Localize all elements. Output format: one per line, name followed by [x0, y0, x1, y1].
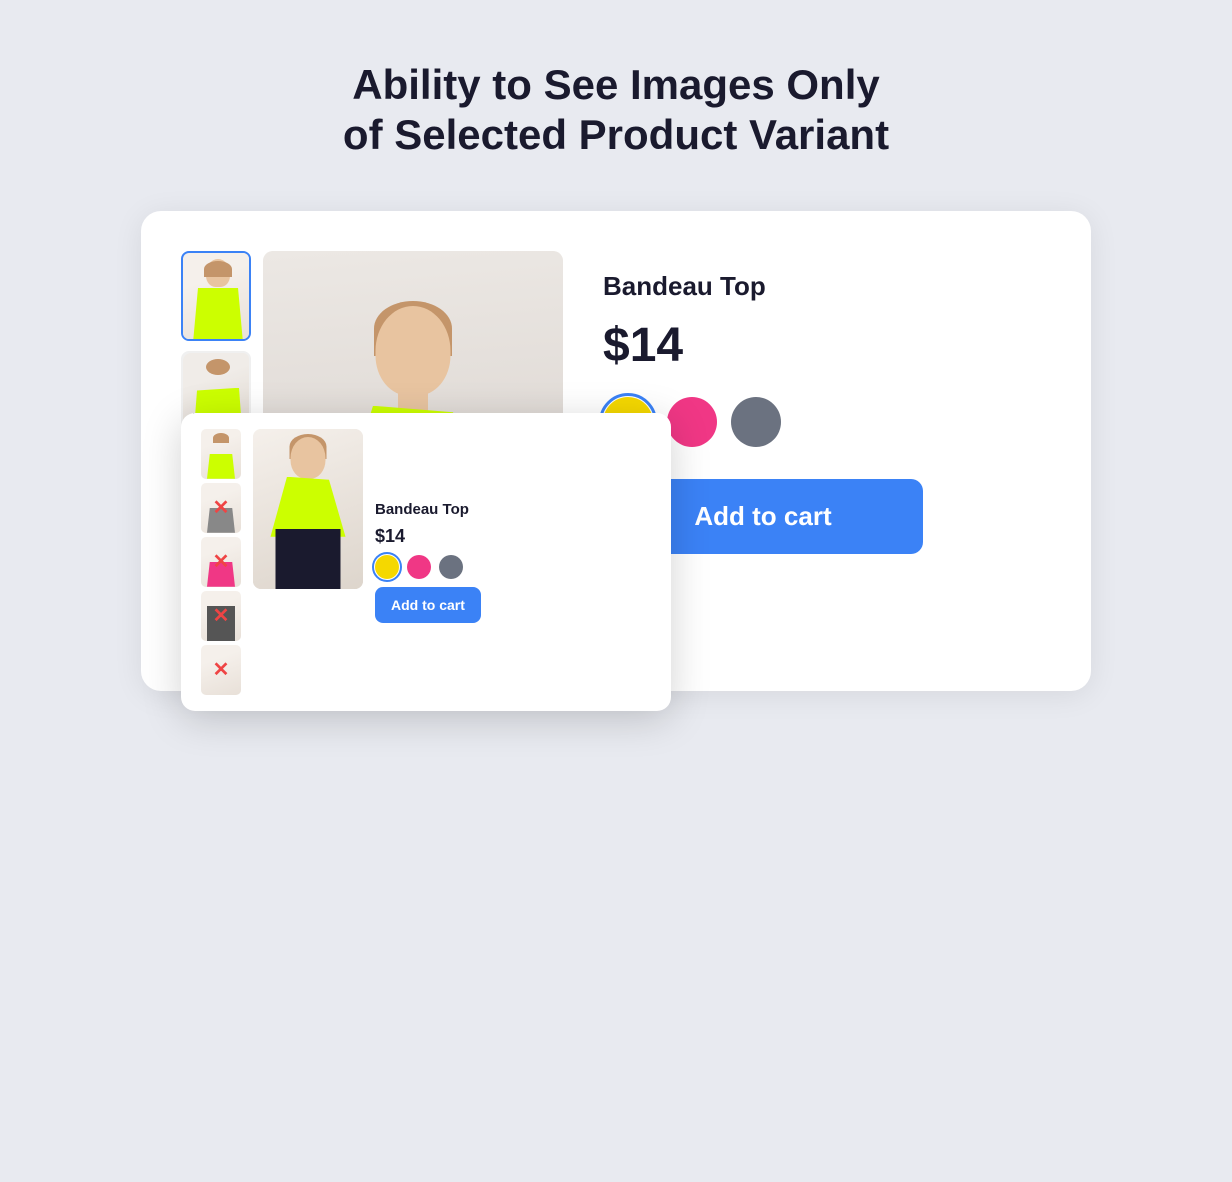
mini-thumb-cross-2[interactable]: ✕: [201, 537, 241, 587]
mini-color-swatch-yellow[interactable]: [375, 555, 399, 579]
mini-thumbnail-list: ✕ ✕ ✕: [201, 429, 241, 695]
mini-thumb-cross-1[interactable]: ✕: [201, 483, 241, 533]
mini-product-name: Bandeau Top: [375, 501, 651, 518]
mini-color-swatch-pink[interactable]: [407, 555, 431, 579]
mini-product-card: ✕ ✕ ✕: [181, 413, 671, 711]
cross-icon-1: ✕: [213, 498, 230, 518]
product-name: Bandeau Top: [603, 271, 1051, 302]
mini-main-photo: [253, 429, 363, 589]
color-swatch-pink[interactable]: [667, 397, 717, 447]
mini-thumb-cross-4[interactable]: ✕: [201, 645, 241, 695]
page-title: Ability to See Images Only of Selected P…: [343, 60, 889, 161]
mini-product-price: $14: [375, 526, 651, 547]
mini-thumb-yellow[interactable]: [201, 429, 241, 479]
cross-icon-2: ✕: [213, 552, 230, 572]
content-wrapper: Bandeau Top $14 Add to cart: [141, 211, 1091, 811]
thumbnail-1[interactable]: [181, 251, 251, 341]
mini-color-options: [375, 555, 651, 579]
product-price: $14: [603, 318, 1051, 373]
mini-add-to-cart-button[interactable]: Add to cart: [375, 587, 481, 623]
mini-color-swatch-gray[interactable]: [439, 555, 463, 579]
color-swatch-gray[interactable]: [731, 397, 781, 447]
mini-product-info: Bandeau Top $14 Add to cart: [375, 429, 651, 695]
mini-thumb-cross-3[interactable]: ✕: [201, 591, 241, 641]
cross-icon-3: ✕: [213, 606, 230, 626]
main-product-card: Bandeau Top $14 Add to cart: [141, 211, 1091, 691]
cross-icon-4: ✕: [213, 660, 230, 680]
